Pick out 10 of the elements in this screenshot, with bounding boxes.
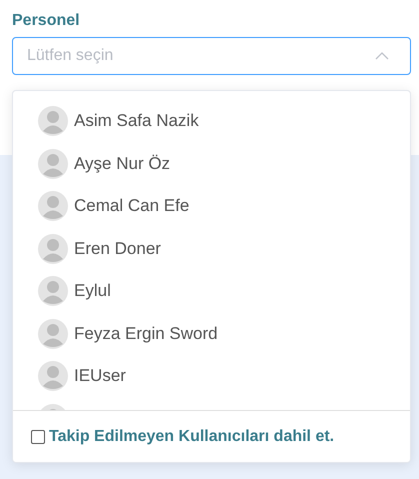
include-untracked-checkbox[interactable]: Takip Edilmeyen Kullanıcıları dahil et. xyxy=(31,428,334,446)
user-option[interactable]: Eren Doner xyxy=(13,228,410,270)
user-option[interactable]: Feyza Ergin Sword xyxy=(13,312,410,355)
field-label: Personel xyxy=(12,11,81,31)
user-option[interactable]: Asim Safa Nazik xyxy=(13,100,410,142)
user-option[interactable]: Cemal Can Efe xyxy=(13,185,410,228)
user-option[interactable]: Eylul xyxy=(13,270,410,312)
user-option[interactable]: IEUser xyxy=(13,355,410,398)
select-field[interactable]: Lütfen seçin xyxy=(12,37,411,75)
user-option[interactable]: Ayşe Nur Öz xyxy=(13,142,410,185)
